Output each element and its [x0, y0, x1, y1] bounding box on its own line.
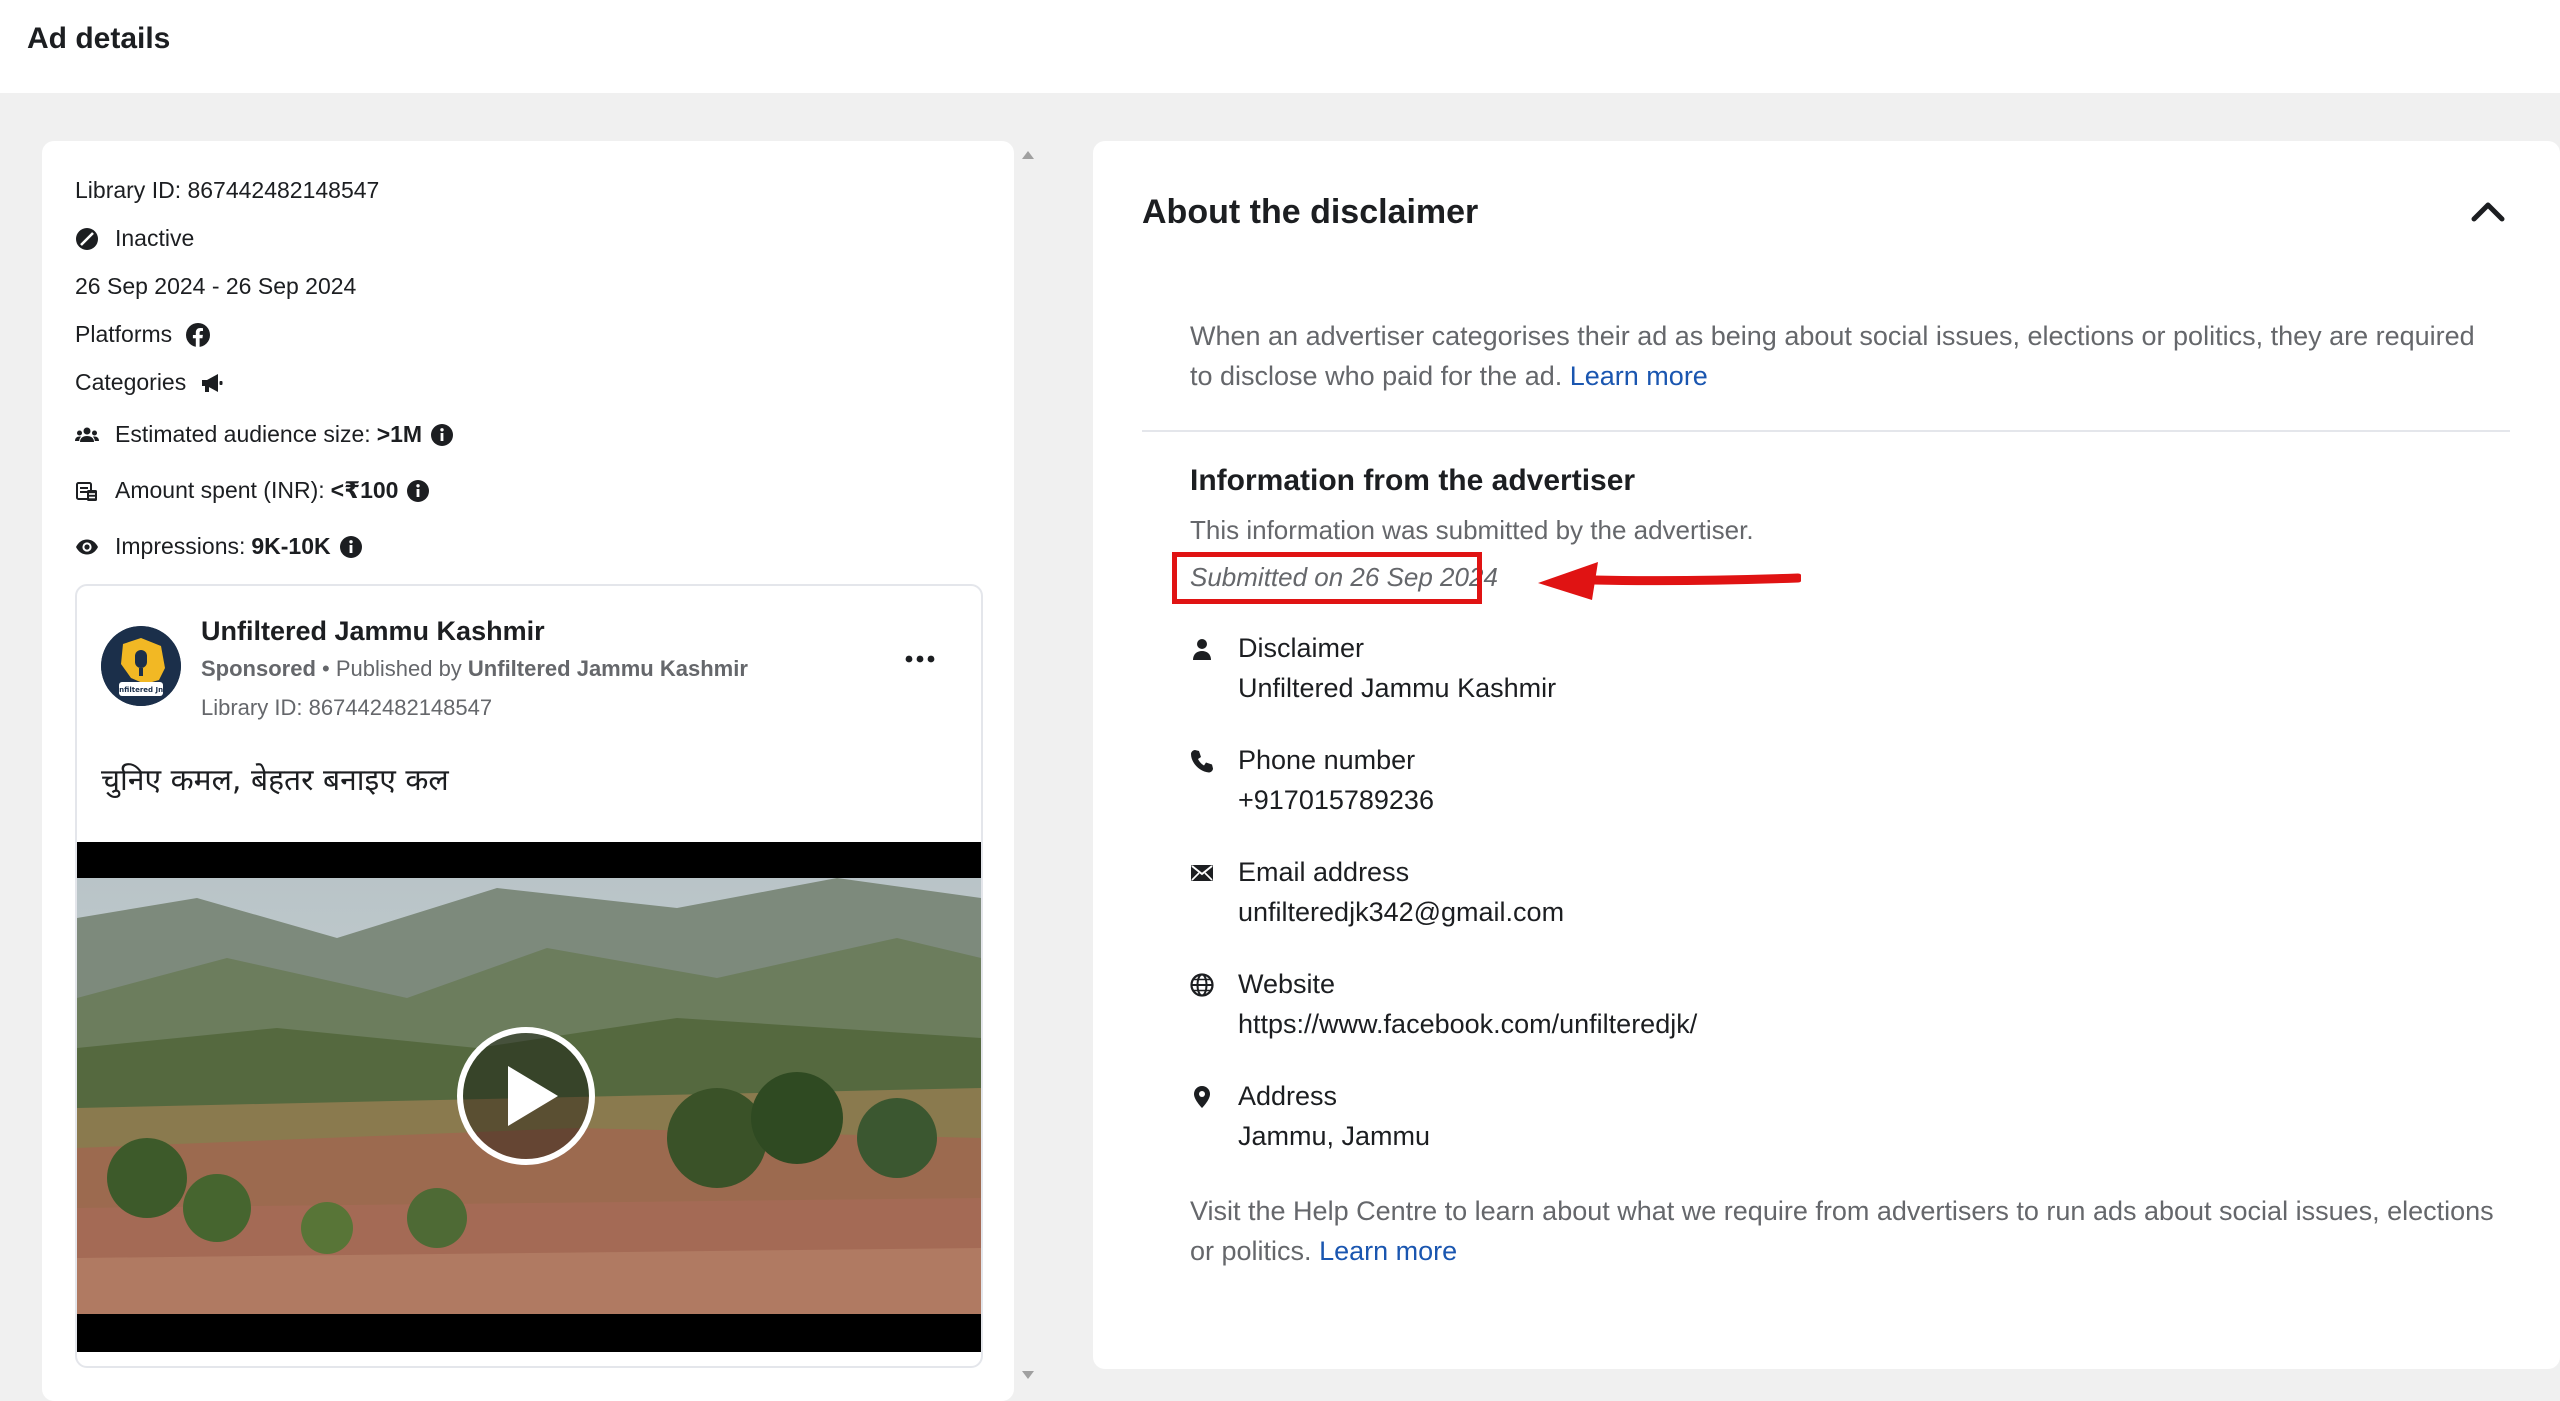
help-learn-more-link[interactable]: Learn more	[1319, 1236, 1457, 1266]
location-pin-icon	[1190, 1085, 1214, 1109]
contact-item-website: Website https://www.facebook.com/unfilte…	[1190, 969, 2490, 1049]
eye-icon	[75, 535, 99, 559]
info-icon[interactable]	[339, 535, 363, 559]
contact-value: unfilteredjk342@gmail.com	[1238, 897, 1565, 927]
ad-summary-card: Library ID: 867442482148547 Inactive 26 …	[42, 141, 1014, 1401]
avatar-logo-text: Unfiltered JnK	[113, 686, 169, 694]
publisher-name[interactable]: Unfiltered Jammu Kashmir	[468, 656, 748, 681]
contact-value: Unfiltered Jammu Kashmir	[1238, 673, 1557, 703]
info-icon[interactable]	[430, 423, 454, 447]
phone-icon	[1190, 749, 1214, 773]
contact-label: Phone number	[1238, 745, 1416, 775]
advertiser-info-subtitle: This information was submitted by the ad…	[1190, 515, 1754, 545]
impressions-value: 9K-10K	[251, 533, 331, 559]
disclaimer-card: About the disclaimer When an advertiser …	[1093, 141, 2560, 1369]
categories-label: Categories	[75, 369, 187, 395]
ad-body-text: चुनिए कमल, बेहतर बनाइए कल	[101, 763, 449, 798]
contact-value[interactable]: https://www.facebook.com/unfilteredjk/	[1238, 1009, 1697, 1040]
disclaimer-description-text: When an advertiser categorises their ad …	[1190, 321, 2475, 391]
contact-value: +917015789236	[1238, 785, 1434, 815]
impressions-row: Impressions: 9K-10K	[75, 533, 363, 560]
disclaimer-title: About the disclaimer	[1142, 193, 1479, 231]
annotation-arrow-icon	[1538, 562, 1801, 600]
platforms-label: Platforms	[75, 321, 173, 347]
audience-value: >1M	[376, 421, 423, 447]
amount-spent-label: Amount spent (INR):	[115, 477, 325, 503]
page-header: Ad details	[0, 0, 2560, 93]
amount-spent-row: Amount spent (INR): <₹100	[75, 477, 430, 504]
help-centre-note: Visit the Help Centre to learn about wha…	[1190, 1191, 2520, 1271]
more-dots-icon	[905, 655, 935, 663]
video-player[interactable]	[77, 842, 981, 1352]
inactive-status-icon	[75, 227, 99, 251]
disclaimer-description: When an advertiser categorises their ad …	[1190, 316, 2490, 396]
people-icon	[75, 423, 99, 447]
ad-sponsored-line: Sponsored • Published by Unfiltered Jamm…	[201, 656, 748, 682]
contact-item-email: Email address unfilteredjk342@gmail.com	[1190, 857, 2490, 937]
contact-label: Disclaimer	[1238, 633, 1365, 663]
audience-label: Estimated audience size:	[115, 421, 371, 447]
library-id-text: Library ID: 867442482148547	[75, 177, 380, 203]
status-badge: Inactive	[115, 225, 195, 251]
advertiser-info-heading: Information from the advertiser	[1190, 464, 1636, 497]
learn-more-link[interactable]: Learn more	[1570, 361, 1708, 391]
globe-icon	[1190, 973, 1214, 997]
section-divider	[1142, 430, 2510, 432]
collapse-button[interactable]	[2466, 189, 2510, 233]
more-options-button[interactable]	[897, 644, 943, 674]
date-range-row: 26 Sep 2024 - 26 Sep 2024	[75, 273, 356, 300]
play-icon[interactable]	[456, 1026, 596, 1166]
info-icon[interactable]	[406, 479, 430, 503]
platforms-row: Platforms	[75, 321, 211, 348]
date-range-text: 26 Sep 2024 - 26 Sep 2024	[75, 273, 357, 299]
contact-value: Jammu, Jammu	[1238, 1121, 1431, 1151]
page-title: Ad details	[27, 22, 171, 55]
money-icon	[75, 479, 99, 503]
annotation-highlight-box	[1172, 552, 1482, 604]
megaphone-icon	[200, 371, 224, 395]
audience-row: Estimated audience size: >1M	[75, 421, 454, 448]
contact-item-phone: Phone number +917015789236	[1190, 745, 2490, 825]
email-icon	[1190, 861, 1214, 885]
avatar[interactable]: Unfiltered JnK	[101, 626, 181, 706]
categories-row: Categories	[75, 369, 224, 396]
chevron-up-icon	[2471, 202, 2505, 222]
contact-label: Email address	[1238, 857, 1410, 887]
ad-page-name[interactable]: Unfiltered Jammu Kashmir	[201, 616, 545, 647]
library-id-row: Library ID: 867442482148547	[75, 177, 379, 204]
contact-label: Address	[1238, 1081, 1338, 1111]
contact-item-disclaimer: Disclaimer Unfiltered Jammu Kashmir	[1190, 633, 2490, 713]
person-icon	[1190, 637, 1214, 661]
contact-label: Website	[1238, 969, 1336, 999]
sponsored-label: Sponsored	[201, 656, 316, 681]
amount-spent-value: <₹100	[330, 477, 399, 503]
facebook-icon	[186, 322, 211, 347]
status-row: Inactive	[75, 225, 194, 252]
contact-item-address: Address Jammu, Jammu	[1190, 1081, 2490, 1161]
impressions-label: Impressions:	[115, 533, 246, 559]
published-by-text: • Published by	[315, 656, 468, 681]
scroll-down-arrow-icon[interactable]	[1021, 1370, 1035, 1380]
ad-preview-card: Unfiltered JnK Unfiltered Jammu Kashmir …	[75, 584, 983, 1368]
scroll-up-arrow-icon[interactable]	[1021, 150, 1035, 160]
ad-library-id: Library ID: 867442482148547	[201, 695, 493, 720]
